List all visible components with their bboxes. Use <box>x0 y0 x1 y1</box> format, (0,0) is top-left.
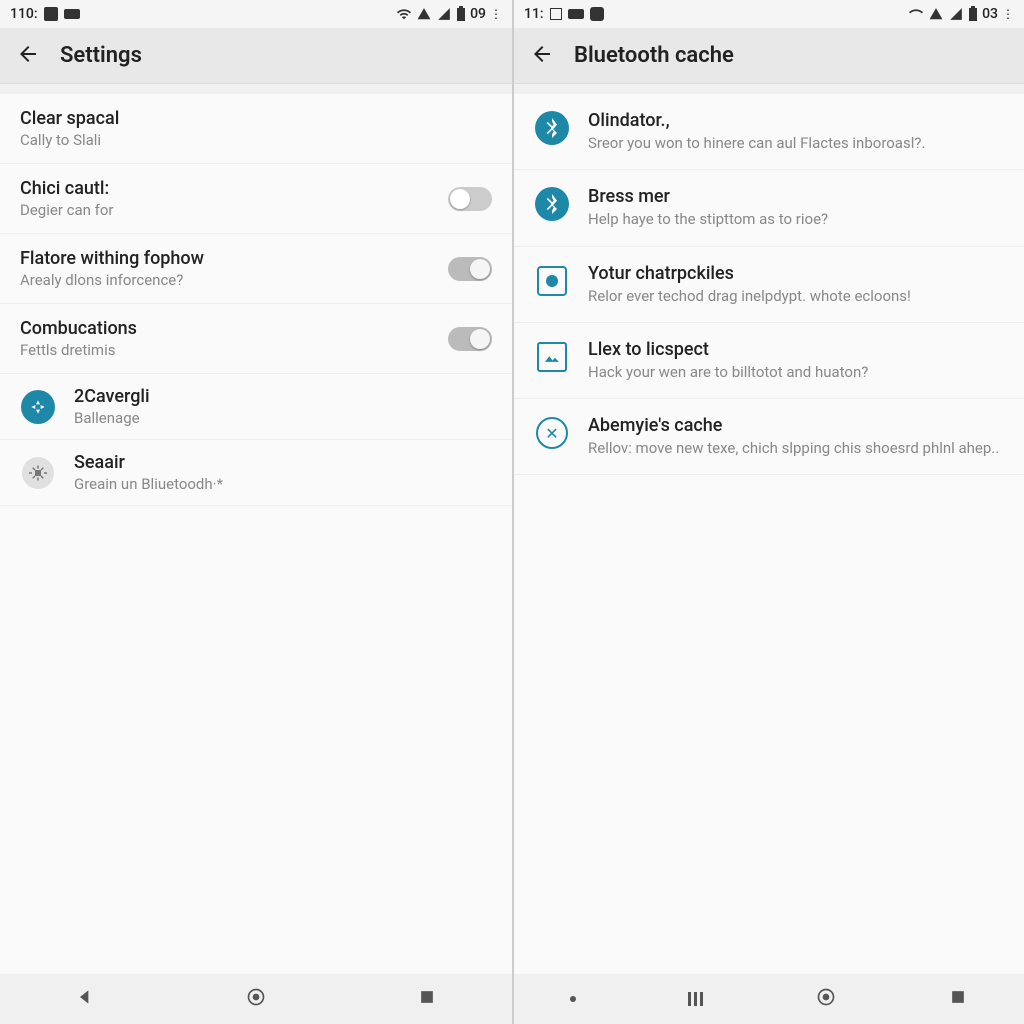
app-bar: Settings <box>0 28 512 84</box>
back-button[interactable] <box>16 42 40 70</box>
item-title: Yotur chatrpckiles <box>588 263 1004 284</box>
row-title: Clear spacal <box>20 108 492 129</box>
status-icon <box>44 7 58 21</box>
status-right: 03 ⋮ <box>908 6 1014 22</box>
battery-icon <box>456 6 466 22</box>
status-left: 11: <box>524 6 604 22</box>
status-icon <box>550 8 562 20</box>
status-right: 09 ⋮ <box>396 6 502 22</box>
row-subtitle: Ballenage <box>74 409 492 427</box>
app-icon <box>22 457 54 489</box>
settings-row[interactable]: Clear spacal Cally to Slali <box>0 94 512 164</box>
signal-icon <box>948 7 964 21</box>
section-gap <box>0 84 512 94</box>
settings-row[interactable]: Chici cautl: Degier can for <box>0 164 512 234</box>
badge-icon <box>537 266 567 296</box>
settings-row[interactable]: 2Cavergli Ballenage <box>0 374 512 440</box>
nav-recent[interactable] <box>688 992 703 1006</box>
phone-left: 110: 09 ⋮ Settings Clear spacal Cally to… <box>0 0 512 1024</box>
nav-dot[interactable] <box>570 996 576 1002</box>
nav-bar <box>514 974 1024 1024</box>
toggle-switch[interactable] <box>448 257 492 281</box>
status-time: 11: <box>524 6 544 22</box>
row-subtitle: Greain un Bliuetoodh·* <box>74 475 492 493</box>
phone-right: 11: 03 ⋮ Bluetooth cache <box>512 0 1024 1024</box>
status-icon <box>64 9 80 19</box>
block-icon: ✕ <box>536 417 568 449</box>
nav-back[interactable] <box>75 987 95 1011</box>
toggle-switch[interactable] <box>448 327 492 351</box>
status-battery: 09 <box>470 6 486 22</box>
nav-home[interactable] <box>816 987 836 1011</box>
nav-home[interactable] <box>246 987 266 1011</box>
status-more-icon: ⋮ <box>1002 7 1014 21</box>
item-subtitle: Hack your wen are to billtotot and huato… <box>588 362 1004 382</box>
status-battery: 03 <box>982 6 998 22</box>
photo-icon <box>537 342 567 372</box>
list-item[interactable]: ✕ Abemyie's cache Rellov: move new texe,… <box>514 399 1024 475</box>
wifi-icon <box>908 7 924 21</box>
nav-recent[interactable] <box>417 987 437 1011</box>
list-item[interactable]: Olindator., Sreor you won to hinere can … <box>514 94 1024 170</box>
item-subtitle: Sreor you won to hinere can aul Flactes … <box>588 133 1004 153</box>
bluetooth-icon <box>535 111 569 145</box>
signal-icon <box>436 7 452 21</box>
back-button[interactable] <box>530 42 554 70</box>
content-area: Olindator., Sreor you won to hinere can … <box>514 84 1024 974</box>
page-title: Settings <box>60 43 142 68</box>
row-subtitle: Degier can for <box>20 201 438 219</box>
item-title: Llex to licspect <box>588 339 1004 360</box>
bluetooth-icon <box>535 187 569 221</box>
row-subtitle: Arealy dlons inforcence? <box>20 271 438 289</box>
list-item[interactable]: Yotur chatrpckiles Relor ever techod dra… <box>514 247 1024 323</box>
status-bar: 110: 09 ⋮ <box>0 0 512 28</box>
row-title: Chici cautl: <box>20 178 438 199</box>
item-title: Abemyie's cache <box>588 415 1004 436</box>
row-title: Combucations <box>20 318 438 339</box>
app-icon <box>21 390 55 424</box>
list-item[interactable]: Llex to licspect Hack your wen are to bi… <box>514 323 1024 399</box>
section-gap <box>514 84 1024 94</box>
status-more-icon: ⋮ <box>490 7 502 21</box>
row-title: Flatore withing fophow <box>20 248 438 269</box>
toggle-switch[interactable] <box>448 187 492 211</box>
item-title: Bress mer <box>588 186 1004 207</box>
status-left: 110: <box>10 6 80 22</box>
status-icon <box>568 9 584 19</box>
nav-back[interactable] <box>948 987 968 1011</box>
status-time: 110: <box>10 6 38 22</box>
battery-icon <box>968 6 978 22</box>
nav-bar <box>0 974 512 1024</box>
wifi-icon <box>396 7 412 21</box>
list-item[interactable]: Bress mer Help haye to the stipttom as t… <box>514 170 1024 246</box>
app-bar: Bluetooth cache <box>514 28 1024 84</box>
status-icon <box>590 7 604 21</box>
row-title: 2Cavergli <box>74 386 492 407</box>
item-subtitle: Help haye to the stipttom as to rioe? <box>588 209 1004 229</box>
row-subtitle: Cally to Slali <box>20 131 492 149</box>
row-subtitle: Fettls dretimis <box>20 341 438 359</box>
settings-row[interactable]: Combucations Fettls dretimis <box>0 304 512 374</box>
item-subtitle: Relor ever techod drag inelpdypt. whote … <box>588 286 1004 306</box>
content-area: Clear spacal Cally to Slali Chici cautl:… <box>0 84 512 974</box>
wifi-icon <box>928 7 944 21</box>
status-bar: 11: 03 ⋮ <box>514 0 1024 28</box>
settings-row[interactable]: Flatore withing fophow Arealy dlons info… <box>0 234 512 304</box>
wifi-icon <box>416 7 432 21</box>
row-title: Seaair <box>74 452 492 473</box>
item-title: Olindator., <box>588 110 1004 131</box>
page-title: Bluetooth cache <box>574 43 734 68</box>
settings-row[interactable]: Seaair Greain un Bliuetoodh·* <box>0 440 512 506</box>
item-subtitle: Rellov: move new texe, chich slpping chi… <box>588 438 1004 458</box>
